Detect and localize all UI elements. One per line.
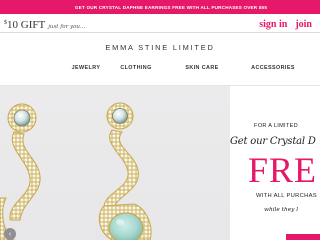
gift-logo[interactable]: $10 GIFT just for you... xyxy=(4,19,85,32)
left-earring xyxy=(0,103,41,240)
hero-line-while: while they l xyxy=(264,207,299,213)
gift-amount-text: 10 GIFT xyxy=(7,19,46,31)
hero-line-limited: FOR A LIMITED xyxy=(254,123,298,129)
promo-banner[interactable]: GET OUR CRYSTAL DAPHNE EARRINGS FREE WIT… xyxy=(0,0,320,14)
gift-amount: $10 GIFT xyxy=(4,19,45,31)
nav-item-accessories[interactable]: ACCESSORIES xyxy=(251,65,295,71)
nav-item-jewelry[interactable]: JEWELRY xyxy=(72,65,101,71)
join-link[interactable]: join xyxy=(295,19,312,30)
nav-item-skin-care[interactable]: SKIN CARE xyxy=(185,65,218,71)
sign-in-link[interactable]: sign in xyxy=(259,19,287,30)
auth-links: sign in join xyxy=(259,17,312,31)
gift-tagline: just for you... xyxy=(48,24,86,30)
hero-free-text: FRE xyxy=(248,150,318,190)
right-earring xyxy=(98,102,152,240)
hero-banner[interactable]: FOR A LIMITED Get our Crystal D FRE WITH… xyxy=(0,86,320,240)
main-nav: JEWELRY CLOTHING SKIN CARE ACCESSORIES xyxy=(0,65,320,75)
hero-promo-copy: FOR A LIMITED Get our Crystal D FRE WITH… xyxy=(230,86,320,240)
hero-line-headline: Get our Crystal D xyxy=(230,136,316,147)
header-divider xyxy=(0,32,320,33)
chevron-left-icon: ‹ xyxy=(8,230,12,238)
carousel-prev-button[interactable]: ‹ xyxy=(4,228,16,240)
nav-item-clothing[interactable]: CLOTHING xyxy=(120,65,151,71)
brand-logo[interactable]: EMMA STINE LIMITED xyxy=(0,43,320,52)
promo-text: GET OUR CRYSTAL DAPHNE EARRINGS FREE WIT… xyxy=(74,4,268,10)
hero-cta-button[interactable] xyxy=(286,234,320,240)
hero-line-purchase: WITH ALL PURCHAS xyxy=(256,193,317,199)
